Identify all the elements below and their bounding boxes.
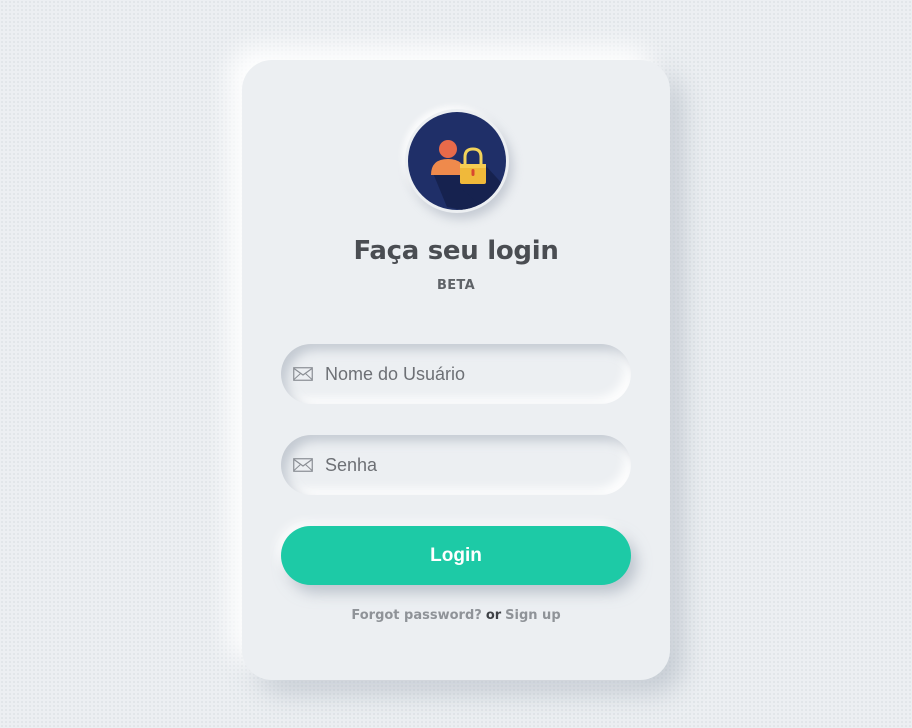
login-card: Faça seu login BETA Login Forgot passwor… — [242, 60, 670, 680]
sign-up-link[interactable]: Sign up — [505, 608, 560, 623]
password-field[interactable] — [281, 435, 631, 495]
envelope-icon — [293, 367, 313, 381]
page-title: Faça seu login — [353, 236, 559, 266]
page-subtitle: BETA — [437, 278, 475, 293]
auth-links: Forgot password? or Sign up — [242, 608, 670, 623]
envelope-icon — [293, 458, 313, 472]
login-button[interactable]: Login — [281, 526, 631, 585]
separator-text: or — [485, 608, 502, 623]
user-lock-icon — [408, 112, 506, 210]
logo — [405, 109, 509, 213]
password-input[interactable] — [325, 454, 605, 476]
forgot-password-link[interactable]: Forgot password? — [351, 608, 481, 623]
username-input[interactable] — [325, 363, 605, 385]
username-field[interactable] — [281, 344, 631, 404]
